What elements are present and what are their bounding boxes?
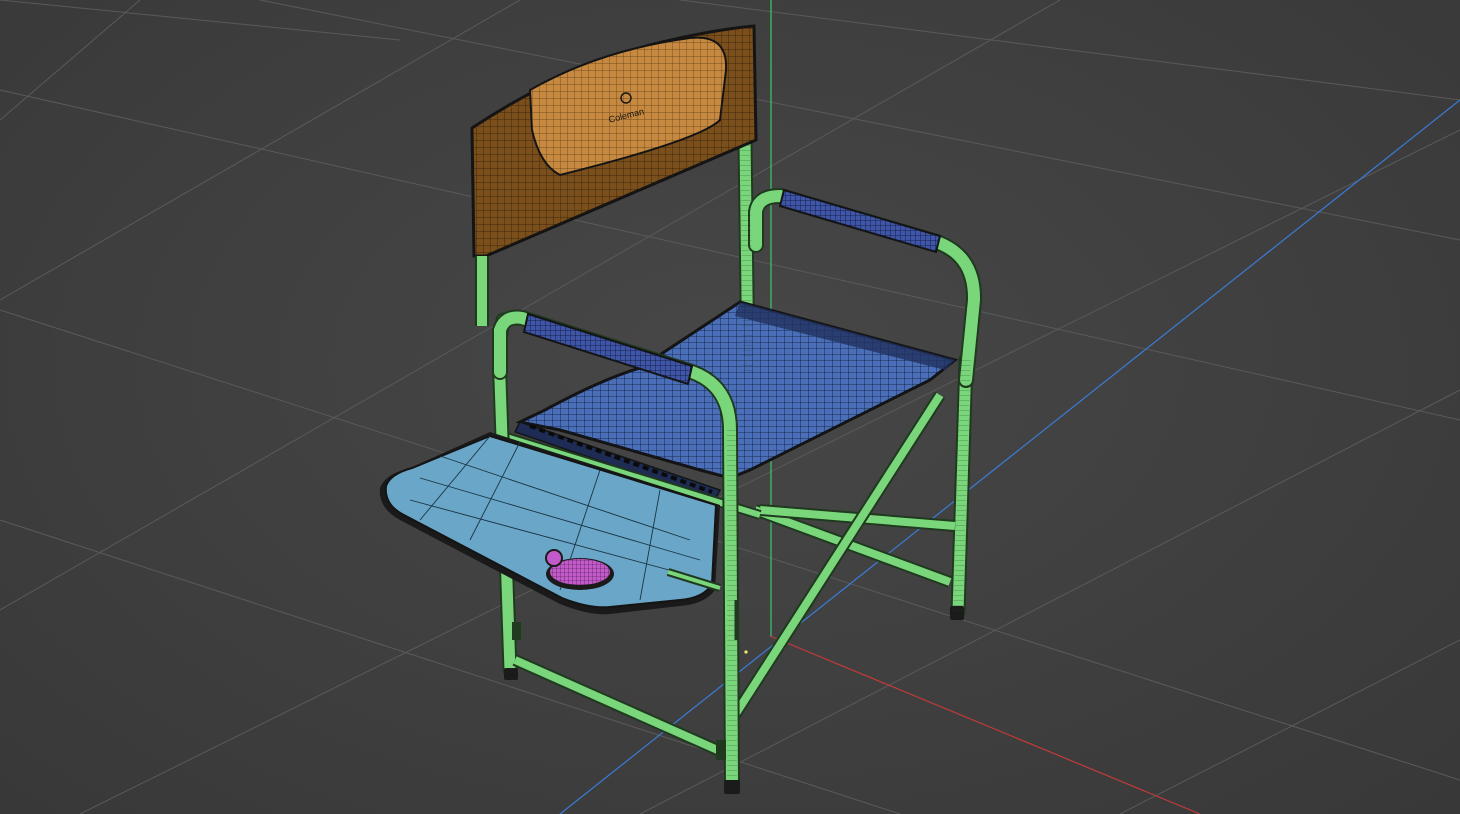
x-axis <box>769 635 1201 814</box>
chair-model[interactable]: Coleman <box>379 24 983 794</box>
backrest[interactable]: Coleman <box>470 24 758 326</box>
origin-marker <box>744 650 748 654</box>
3d-viewport[interactable]: Coleman <box>0 0 1460 814</box>
scene-canvas[interactable]: Coleman <box>0 0 1460 814</box>
